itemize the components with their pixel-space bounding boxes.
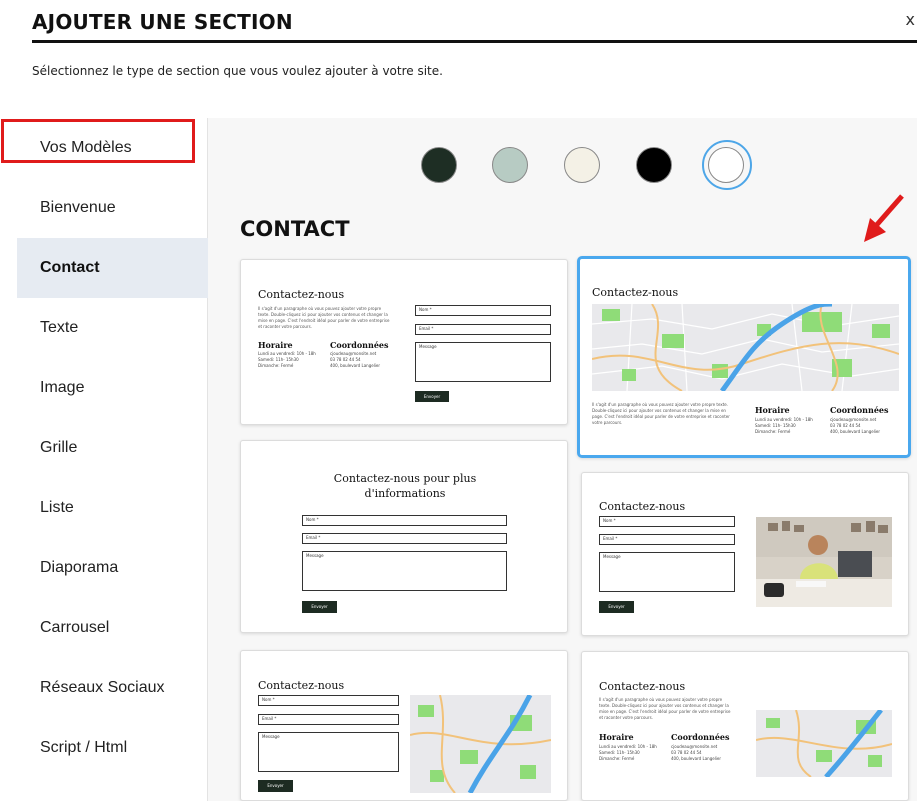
sidebar-item-bienvenue[interactable]: Bienvenue [17,178,208,238]
template-card-contact-form-map[interactable]: Contactez-nous Nom * Email * Message Env… [240,650,568,801]
dialog-subtitle: Sélectionnez le type de section que vous… [32,64,443,78]
message-field: Message [258,732,399,772]
dialog-title: AJOUTER UNE SECTION [32,10,293,34]
send-button-preview: Envoyer [415,391,449,402]
sidebar-item-grille[interactable]: Grille [17,418,208,478]
sidebar-item-script-html[interactable]: Script / Html [17,718,208,778]
map-image [592,304,899,391]
card-paragraph: Il s'agit d'un paragraphe où vous pouvez… [258,306,390,329]
sidebar-item-liste[interactable]: Liste [17,478,208,538]
template-card-contact-map[interactable]: Contactez-nous Il s'agit d'un paragraphe… [577,256,911,458]
contact-heading: Coordonnées [830,405,889,415]
name-field: Nom * [415,305,551,316]
color-swatch-black[interactable] [636,147,672,183]
template-card-contact-1[interactable]: Contactez-nous Il s'agit d'un paragraphe… [240,259,568,425]
color-swatch-cream[interactable] [564,147,600,183]
template-card-contact-centered[interactable]: Contactez-nous pour plus d'informations … [240,440,568,633]
contact-line: 400, boulevard Langelier [330,363,381,368]
template-card-contact-photo[interactable]: Contactez-nous Nom * Email * Message Env… [581,472,909,636]
sidebar-item-texte[interactable]: Texte [17,298,208,358]
name-field: Nom * [302,515,507,526]
card-title: Contactez-nous [592,286,679,299]
template-card-contact-info-map[interactable]: Contactez-nous Il s'agit d'un paragraphe… [581,651,909,801]
card-title: Contactez-nous [599,500,686,513]
color-swatch-white[interactable] [708,147,744,183]
card-title: Contactez-nous [599,680,686,693]
send-button-preview: Envoyer [302,601,337,613]
contact-line: 400, boulevard Langelier [830,429,881,434]
card-title: Contactez-nous [258,288,345,301]
email-field: Email * [258,714,399,725]
title-divider [32,40,917,43]
email-field: Email * [415,324,551,335]
close-icon[interactable]: x [906,10,915,29]
contact-heading: Coordonnées [330,340,389,350]
color-swatch-dark-green[interactable] [421,147,457,183]
hours-line: Dimanche: Fermé [599,756,635,761]
hours-line: Dimanche: Fermé [258,363,294,368]
sidebar-item-contact[interactable]: Contact [17,238,208,298]
card-title: Contactez-nous [258,679,345,692]
card-title: Contactez-nous pour plus d'informations [333,472,477,500]
contact-heading: Coordonnées [671,732,730,742]
hours-line: Dimanche: Fermé [755,429,791,434]
color-swatch-sage[interactable] [492,147,528,183]
email-field: Email * [599,534,735,545]
send-button-preview: Envoyer [599,601,634,613]
hours-heading: Horaire [258,340,293,350]
template-gallery: CONTACT Contactez-nous Il s'agit d'un pa… [208,118,917,801]
sidebar-item-image[interactable]: Image [17,358,208,418]
email-field: Email * [302,533,507,544]
name-field: Nom * [599,516,735,527]
map-image [410,695,551,793]
section-type-sidebar: Vos Modèles Bienvenue Contact Texte Imag… [17,118,208,801]
hours-heading: Horaire [599,732,634,742]
section-heading: CONTACT [240,217,350,241]
red-arrow-icon [864,194,904,242]
name-field: Nom * [258,695,399,706]
message-field: Message [415,342,551,382]
map-image [756,710,892,777]
hours-heading: Horaire [755,405,790,415]
sidebar-item-reseaux-sociaux[interactable]: Réseaux Sociaux [17,658,208,718]
dialog-header: AJOUTER UNE SECTION x Sélectionnez le ty… [0,0,917,118]
sidebar-item-carrousel[interactable]: Carrousel [17,598,208,658]
message-field: Message [302,551,507,591]
red-highlight-box [1,119,195,163]
message-field: Message [599,552,735,592]
card-paragraph: Il s'agit d'un paragraphe où vous pouvez… [592,402,730,425]
person-photo [756,517,892,607]
contact-line: 400, boulevard Langelier [671,756,722,761]
card-paragraph: Il s'agit d'un paragraphe où vous pouvez… [599,697,731,720]
send-button-preview: Envoyer [258,780,293,792]
sidebar-item-diaporama[interactable]: Diaporama [17,538,208,598]
